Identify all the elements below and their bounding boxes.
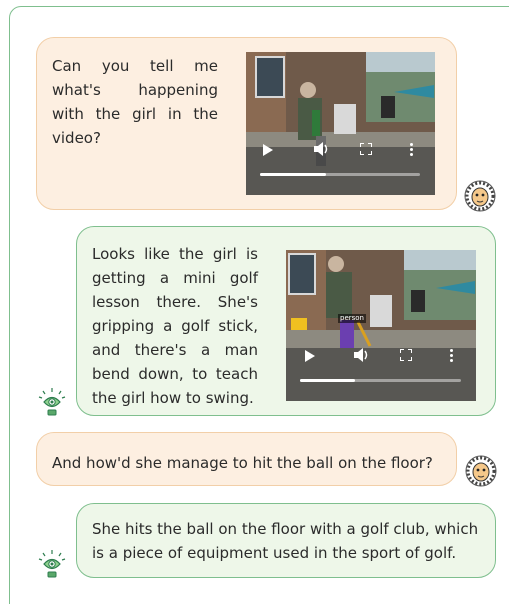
progress-fill — [300, 379, 355, 382]
play-icon[interactable] — [263, 144, 273, 156]
progress-fill — [260, 173, 326, 176]
user-message-text: And how'd she manage to hit the ball on … — [52, 454, 433, 472]
progress-track[interactable] — [260, 173, 420, 176]
progress-track[interactable] — [300, 379, 461, 382]
more-options-icon[interactable] — [410, 143, 413, 158]
video-player[interactable] — [246, 52, 435, 195]
video-player[interactable]: person — [286, 250, 476, 401]
lightbulb-eye-icon — [38, 550, 66, 578]
fullscreen-icon[interactable] — [400, 349, 412, 361]
user-message-text: Can you tell me what's happening with th… — [52, 57, 218, 147]
volume-icon[interactable] — [354, 348, 370, 362]
lightbulb-eye-icon — [38, 388, 66, 416]
lion-face-icon — [464, 180, 496, 212]
play-icon[interactable] — [305, 350, 315, 362]
detection-label: person — [338, 314, 366, 323]
volume-icon[interactable] — [314, 142, 330, 156]
lion-face-icon — [465, 455, 497, 487]
fullscreen-icon[interactable] — [360, 143, 372, 155]
assistant-message-text: She hits the ball on the floor with a go… — [92, 520, 479, 562]
assistant-message-text: Looks like the girl is getting a mini go… — [92, 245, 258, 407]
more-options-icon[interactable] — [450, 349, 453, 364]
